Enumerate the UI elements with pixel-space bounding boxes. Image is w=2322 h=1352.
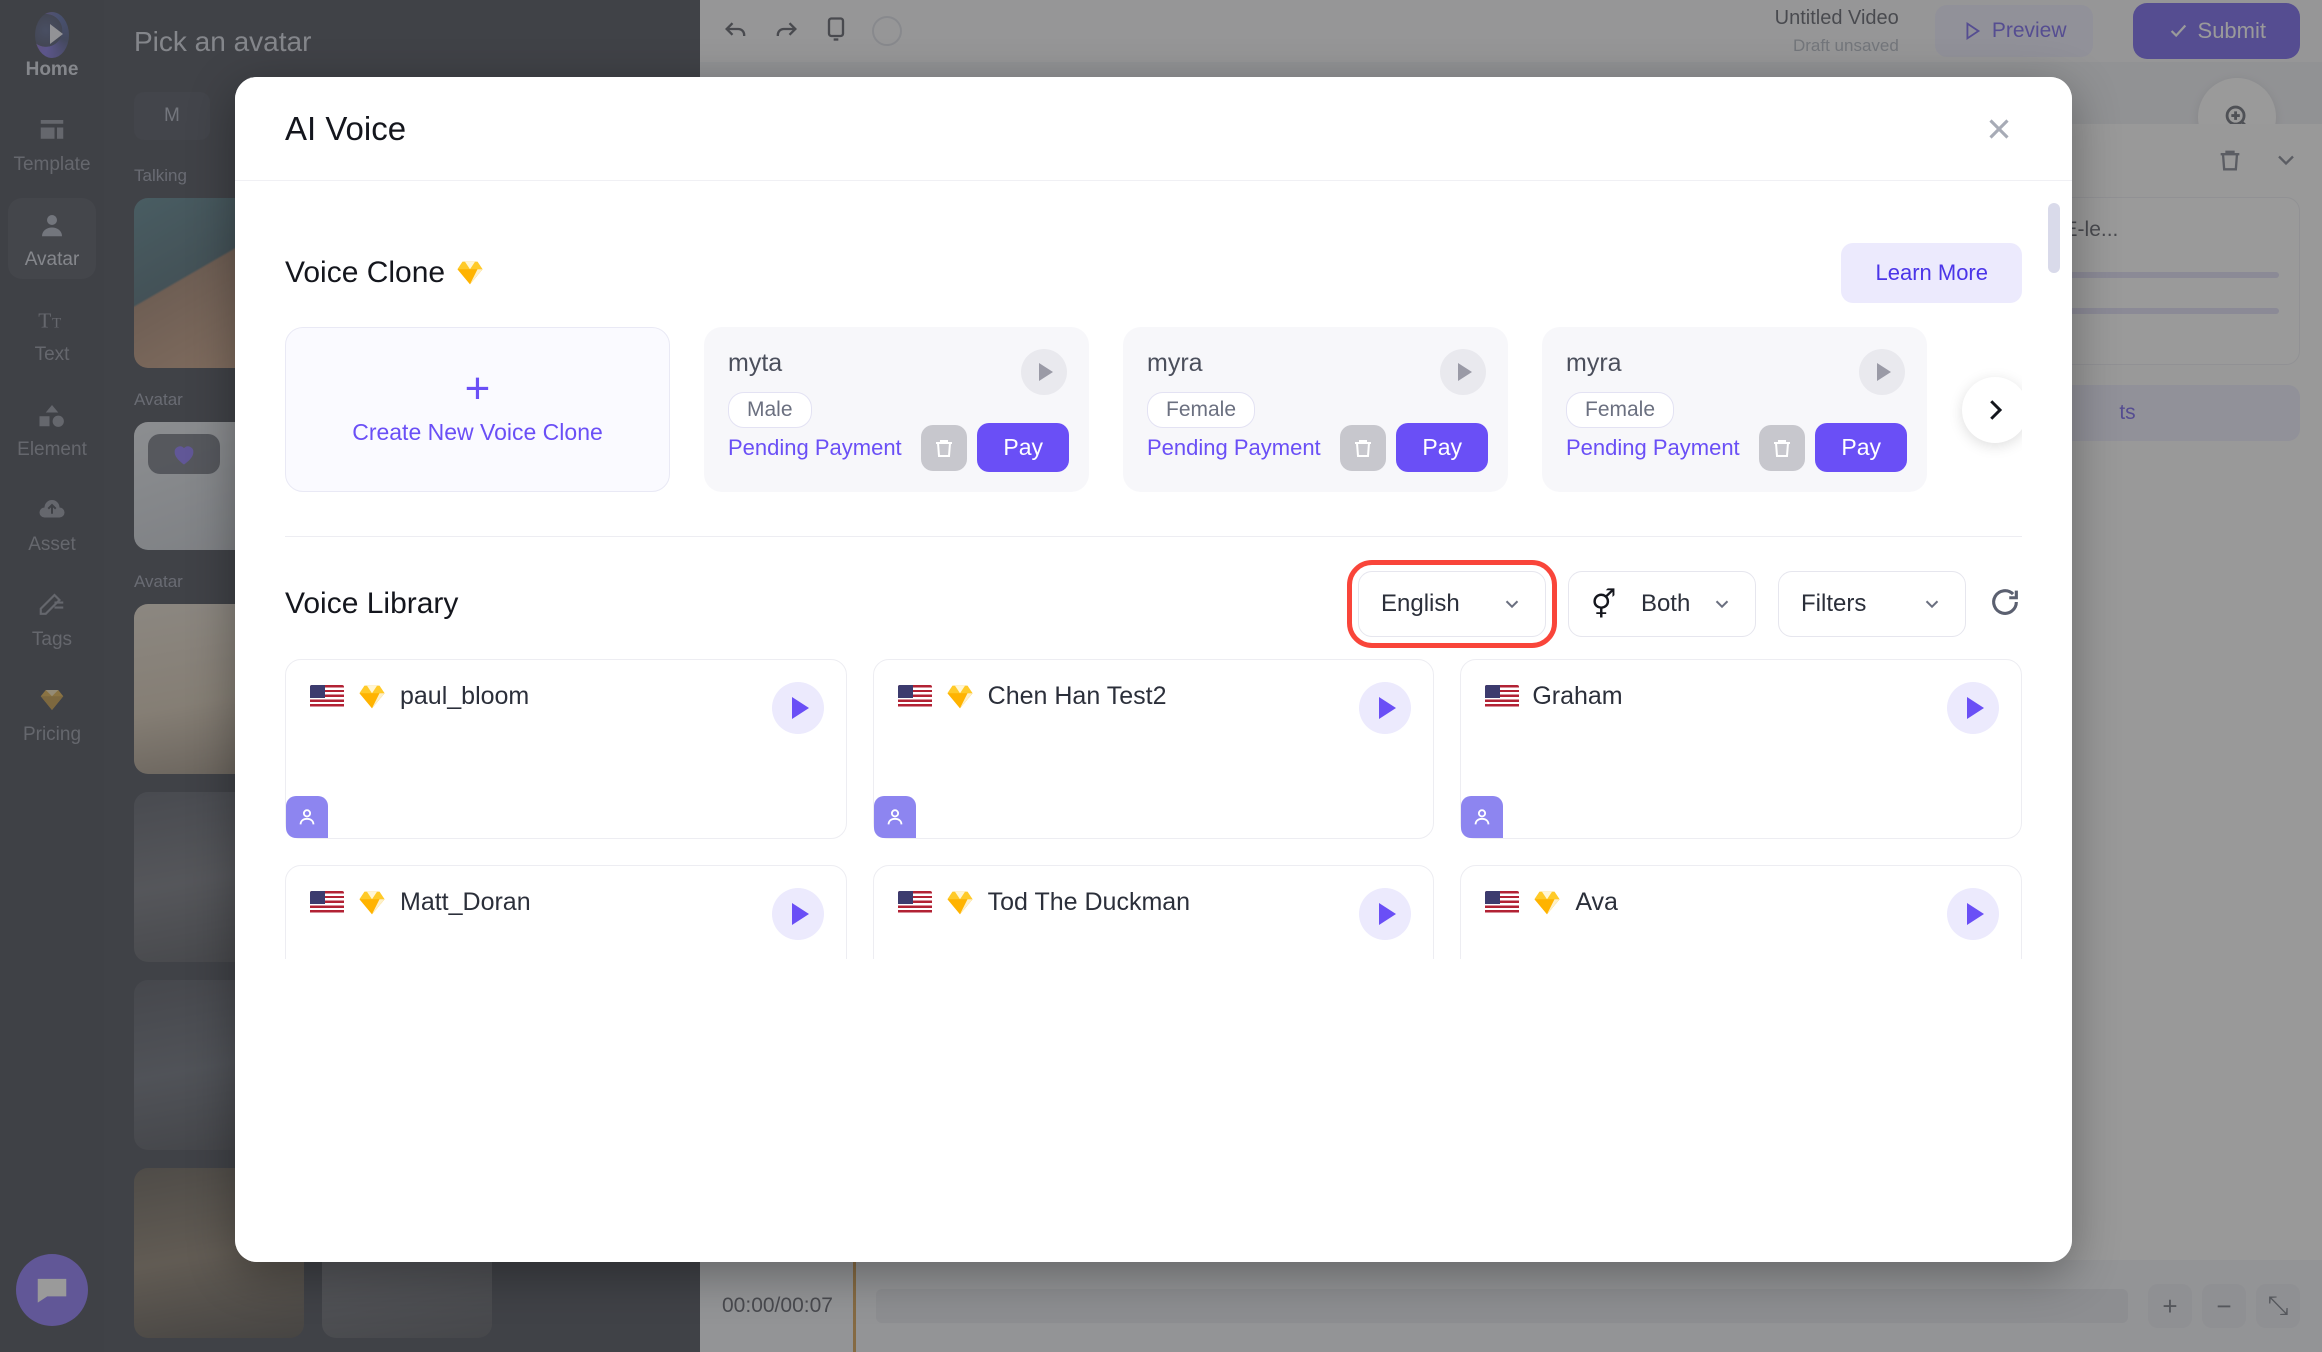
person-icon (873, 796, 916, 838)
voice-card-top: Ava (1485, 888, 1997, 917)
language-select[interactable]: English (1347, 560, 1557, 648)
voice-clone-card[interactable]: myra Female Pending Payment Pay (1542, 327, 1927, 492)
play-icon[interactable] (1440, 349, 1486, 395)
modal-body: Voice Clone Learn More + Create New Voic… (235, 181, 2072, 1262)
us-flag-icon (310, 890, 344, 915)
gem-icon (457, 261, 483, 285)
voice-clone-status: Pending Payment (1147, 434, 1321, 460)
filters-select[interactable]: Filters (1778, 571, 1966, 637)
voice-card[interactable]: Ava (1460, 865, 2022, 959)
voice-clone-name: myta (728, 349, 783, 377)
gem-icon (359, 891, 385, 914)
pay-button[interactable]: Pay (977, 423, 1069, 472)
voice-library-title: Voice Library (285, 587, 459, 620)
refresh-icon[interactable] (1988, 585, 2022, 624)
scrollbar[interactable] (2048, 203, 2060, 1188)
pay-button[interactable]: Pay (1815, 423, 1907, 472)
voice-name: Graham (1532, 682, 1623, 710)
voice-library-filters: English ⚥ Both Filters (1347, 560, 2022, 648)
chevron-down-icon (1715, 600, 1729, 609)
voice-clone-actions: Pending Payment Pay (1147, 423, 1488, 472)
voice-clone-title: Voice Clone (285, 256, 485, 290)
us-flag-icon (1485, 684, 1520, 709)
voice-name: Matt_Doran (400, 888, 531, 916)
voice-clone-title-label: Voice Clone (285, 256, 446, 289)
filters-select-value: Filters (1801, 590, 1867, 617)
gender-both-icon: ⚥ (1591, 588, 1617, 620)
us-flag-icon (1485, 890, 1520, 915)
voice-clone-carousel: + Create New Voice Clone myta Male Pendi… (285, 327, 2022, 492)
trash-icon[interactable] (1759, 424, 1806, 471)
voice-clone-card[interactable]: myta Male Pending Payment Pay (704, 327, 1089, 492)
voice-clone-actions: Pending Payment Pay (728, 423, 1069, 472)
language-select-value: English (1381, 590, 1460, 617)
ai-voice-modal: AI Voice Voice Clone Learn More + Create… (235, 77, 2072, 1262)
gender-select[interactable]: ⚥ Both (1568, 571, 1756, 637)
voice-card-top: Tod The Duckman (897, 888, 1410, 917)
section-divider (285, 536, 2022, 537)
voice-card[interactable]: Graham (1460, 659, 2022, 839)
voice-clone-name: myra (1147, 349, 1203, 377)
us-flag-icon (310, 684, 344, 709)
voice-card-top: Matt_Doran (310, 888, 822, 917)
voice-library-grid: paul_bloom Chen Han Test2 Graham Matt_Do… (285, 659, 2022, 959)
person-icon (1461, 796, 1504, 838)
voice-clone-actions: Pending Payment Pay (1566, 423, 1907, 472)
voice-clone-status: Pending Payment (728, 434, 902, 460)
chevron-down-icon (1505, 600, 1519, 609)
modal-title: AI Voice (285, 109, 407, 147)
voice-clone-header: Voice Clone Learn More (285, 243, 2022, 303)
person-icon (286, 796, 328, 838)
scrollbar-thumb[interactable] (2048, 203, 2060, 273)
trash-icon[interactable] (921, 424, 968, 471)
voice-name: paul_bloom (400, 682, 530, 710)
chevron-right-icon[interactable] (1962, 376, 2022, 443)
us-flag-icon (897, 890, 932, 915)
create-voice-clone-label: Create New Voice Clone (352, 419, 603, 445)
create-voice-clone-card[interactable]: + Create New Voice Clone (285, 327, 670, 492)
learn-more-button[interactable]: Learn More (1841, 243, 2022, 303)
modal-header: AI Voice (235, 77, 2072, 181)
voice-clone-name: myra (1566, 349, 1622, 377)
close-icon[interactable] (1976, 106, 2022, 152)
play-icon[interactable] (1021, 349, 1067, 395)
voice-card-top: Graham (1485, 682, 1997, 711)
play-icon[interactable] (1359, 888, 1412, 940)
chevron-down-icon (1925, 600, 1939, 609)
voice-clone-card[interactable]: myra Female Pending Payment Pay (1123, 327, 1508, 492)
voice-card[interactable]: Tod The Duckman (872, 865, 1435, 959)
voice-grid-clip: paul_bloom Chen Han Test2 Graham Matt_Do… (285, 659, 2022, 959)
play-icon[interactable] (1359, 682, 1412, 734)
play-icon[interactable] (1859, 349, 1905, 395)
pay-button[interactable]: Pay (1396, 423, 1488, 472)
voice-clone-status: Pending Payment (1566, 434, 1740, 460)
gem-icon (1534, 891, 1560, 914)
play-icon[interactable] (1947, 888, 1999, 940)
gem-icon (947, 891, 973, 914)
play-icon[interactable] (1947, 682, 1999, 734)
voice-card[interactable]: Matt_Doran (285, 865, 847, 959)
gender-select-value: Both (1640, 590, 1691, 617)
plus-icon: + (464, 364, 491, 413)
play-icon[interactable] (771, 888, 824, 940)
gem-icon (359, 685, 385, 708)
voice-name: Ava (1575, 888, 1618, 916)
us-flag-icon (897, 684, 932, 709)
voice-library-header: Voice Library English ⚥ Both Filters (285, 560, 2022, 648)
voice-name: Chen Han Test2 (987, 682, 1167, 710)
trash-icon[interactable] (1340, 424, 1387, 471)
voice-card[interactable]: Chen Han Test2 (872, 659, 1435, 839)
play-icon[interactable] (771, 682, 824, 734)
voice-name: Tod The Duckman (987, 888, 1191, 916)
voice-card[interactable]: paul_bloom (285, 659, 847, 839)
voice-card-top: Chen Han Test2 (897, 682, 1410, 711)
voice-card-top: paul_bloom (310, 682, 822, 711)
gem-icon (947, 685, 973, 708)
